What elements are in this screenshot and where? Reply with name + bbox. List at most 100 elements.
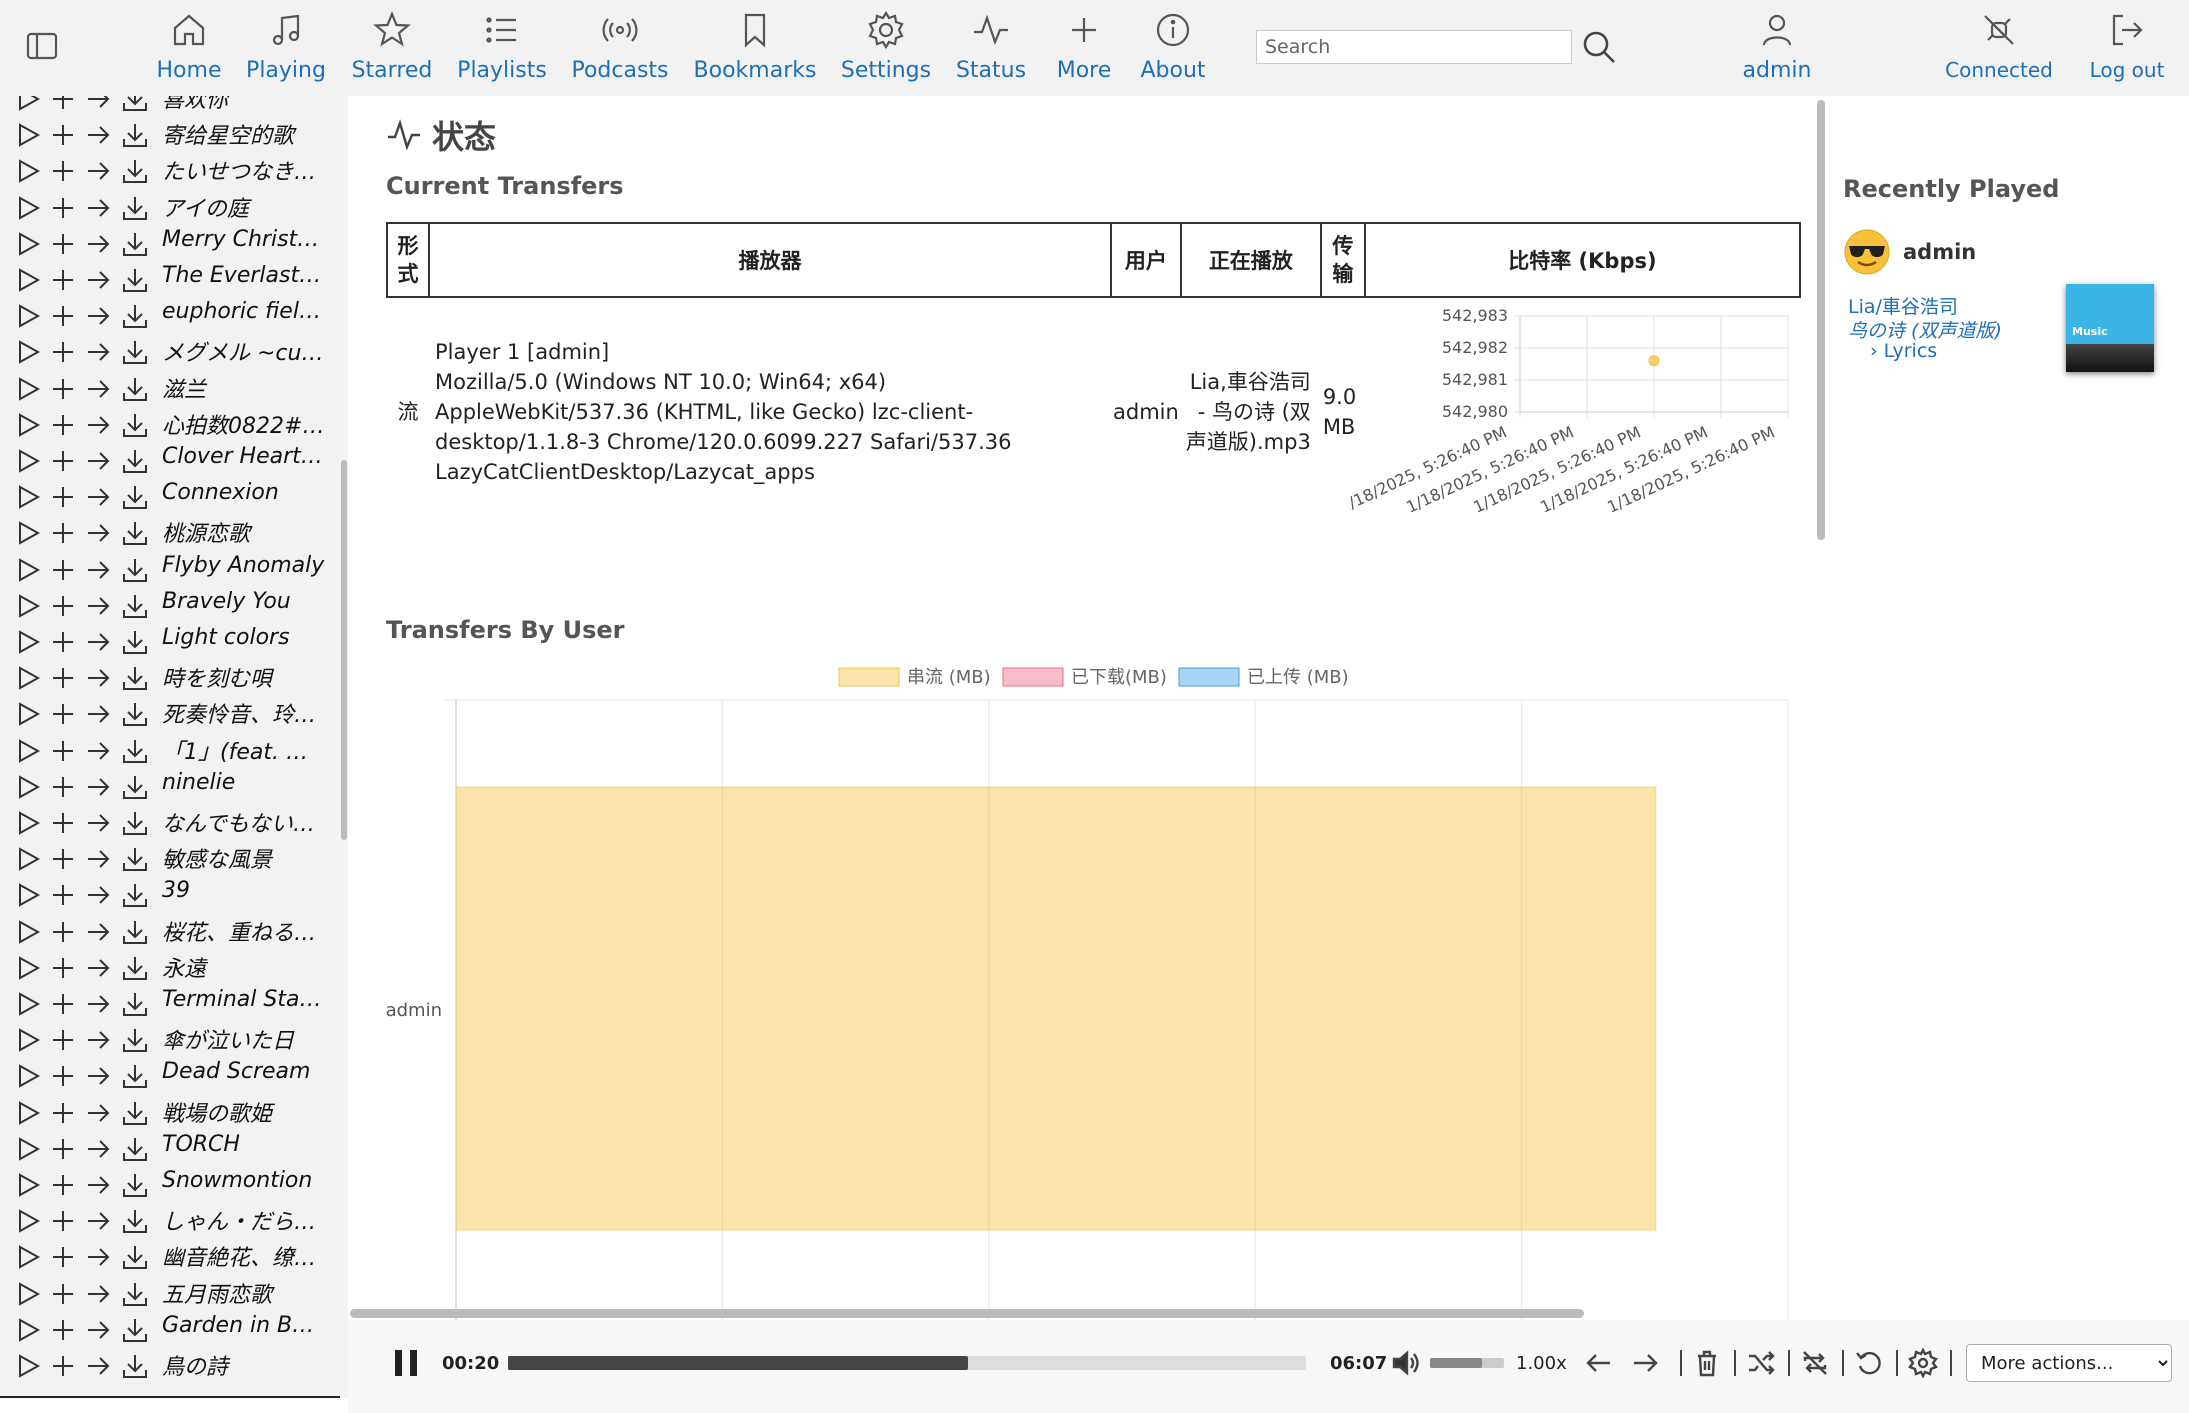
add-to-queue-button[interactable] bbox=[49, 881, 77, 909]
play-next-button[interactable] bbox=[84, 773, 112, 801]
add-to-queue-button[interactable] bbox=[49, 1099, 77, 1127]
download-button[interactable] bbox=[121, 447, 149, 475]
add-to-queue-button[interactable] bbox=[49, 773, 77, 801]
play-next-button[interactable] bbox=[84, 447, 112, 475]
download-button[interactable] bbox=[121, 990, 149, 1018]
play-song-button[interactable] bbox=[14, 121, 42, 149]
play-song-button[interactable] bbox=[14, 809, 42, 837]
next-track-button[interactable] bbox=[1630, 1348, 1660, 1378]
download-button[interactable] bbox=[121, 592, 149, 620]
download-button[interactable] bbox=[121, 845, 149, 873]
song-title[interactable]: 戦場の歌姫 bbox=[162, 1096, 326, 1128]
add-to-queue-button[interactable] bbox=[49, 230, 77, 258]
play-song-button[interactable] bbox=[14, 157, 42, 185]
download-button[interactable] bbox=[121, 1207, 149, 1235]
add-to-queue-button[interactable] bbox=[49, 809, 77, 837]
play-song-button[interactable] bbox=[14, 375, 42, 403]
song-title[interactable]: Snowmontion bbox=[162, 1168, 326, 1193]
col-now-playing-header[interactable]: 正在播放 bbox=[1179, 222, 1322, 298]
play-next-button[interactable] bbox=[84, 266, 112, 294]
download-button[interactable] bbox=[121, 1062, 149, 1090]
add-to-queue-button[interactable] bbox=[49, 1243, 77, 1271]
song-title[interactable]: 敏感な風景 bbox=[162, 842, 326, 874]
shuffle-button[interactable] bbox=[1746, 1348, 1776, 1378]
add-to-queue-button[interactable] bbox=[49, 338, 77, 366]
add-to-queue-button[interactable] bbox=[49, 1352, 77, 1380]
play-song-button[interactable] bbox=[14, 302, 42, 330]
download-button[interactable] bbox=[121, 809, 149, 837]
play-next-button[interactable] bbox=[84, 375, 112, 403]
song-title[interactable]: Light colors bbox=[162, 625, 326, 650]
download-button[interactable] bbox=[121, 375, 149, 403]
play-next-button[interactable] bbox=[84, 1171, 112, 1199]
play-next-button[interactable] bbox=[84, 845, 112, 873]
play-song-button[interactable] bbox=[14, 1280, 42, 1308]
song-title[interactable]: Bravely You bbox=[162, 589, 326, 614]
download-button[interactable] bbox=[121, 302, 149, 330]
play-song-button[interactable] bbox=[14, 592, 42, 620]
play-song-button[interactable] bbox=[14, 556, 42, 584]
song-title[interactable]: 心拍数0822#-… bbox=[162, 408, 326, 440]
download-button[interactable] bbox=[121, 556, 149, 584]
undo-button[interactable] bbox=[1854, 1348, 1884, 1378]
add-to-queue-button[interactable] bbox=[49, 628, 77, 656]
play-song-button[interactable] bbox=[14, 1062, 42, 1090]
play-next-button[interactable] bbox=[84, 1280, 112, 1308]
download-button[interactable] bbox=[121, 96, 149, 113]
logout-button[interactable]: Log out bbox=[2086, 6, 2168, 86]
play-song-button[interactable] bbox=[14, 230, 42, 258]
play-song-button[interactable] bbox=[14, 194, 42, 222]
download-button[interactable] bbox=[121, 1280, 149, 1308]
add-to-queue-button[interactable] bbox=[49, 954, 77, 982]
play-next-button[interactable] bbox=[84, 483, 112, 511]
add-to-queue-button[interactable] bbox=[49, 990, 77, 1018]
sidebar-scrollbar-thumb[interactable] bbox=[341, 460, 347, 840]
add-to-queue-button[interactable] bbox=[49, 519, 77, 547]
song-title[interactable]: Clover Heart'… bbox=[162, 444, 326, 469]
repeat-off-button[interactable] bbox=[1800, 1348, 1830, 1378]
add-to-queue-button[interactable] bbox=[49, 1062, 77, 1090]
play-next-button[interactable] bbox=[84, 121, 112, 149]
song-title[interactable]: 喜欢你 bbox=[162, 96, 326, 114]
add-to-queue-button[interactable] bbox=[49, 664, 77, 692]
clear-queue-button[interactable] bbox=[1692, 1348, 1722, 1378]
play-song-button[interactable] bbox=[14, 1135, 42, 1163]
play-song-button[interactable] bbox=[14, 990, 42, 1018]
play-next-button[interactable] bbox=[84, 519, 112, 547]
nav-bookmarks[interactable]: Bookmarks bbox=[692, 6, 818, 86]
play-song-button[interactable] bbox=[14, 845, 42, 873]
play-song-button[interactable] bbox=[14, 700, 42, 728]
song-title[interactable]: 39 bbox=[162, 878, 326, 903]
add-to-queue-button[interactable] bbox=[49, 1316, 77, 1344]
play-next-button[interactable] bbox=[84, 1099, 112, 1127]
song-title[interactable]: 寄给星空的歌 bbox=[162, 118, 326, 150]
song-title[interactable]: TORCH bbox=[162, 1132, 326, 1157]
play-song-button[interactable] bbox=[14, 1026, 42, 1054]
download-button[interactable] bbox=[121, 1171, 149, 1199]
nav-settings[interactable]: Settings bbox=[839, 6, 933, 86]
song-title[interactable]: Merry Christ… bbox=[162, 227, 326, 252]
play-next-button[interactable] bbox=[84, 990, 112, 1018]
play-next-button[interactable] bbox=[84, 1026, 112, 1054]
play-next-button[interactable] bbox=[84, 628, 112, 656]
col-transfer-header[interactable]: 传输 bbox=[1319, 222, 1366, 298]
download-button[interactable] bbox=[121, 338, 149, 366]
play-next-button[interactable] bbox=[84, 918, 112, 946]
nav-about[interactable]: About bbox=[1140, 6, 1206, 86]
song-title[interactable]: euphoric field… bbox=[162, 299, 326, 324]
play-next-button[interactable] bbox=[84, 1243, 112, 1271]
search-icon[interactable] bbox=[1580, 28, 1618, 66]
play-next-button[interactable] bbox=[84, 1062, 112, 1090]
download-button[interactable] bbox=[121, 954, 149, 982]
album-cover[interactable]: Music bbox=[2066, 284, 2154, 372]
download-button[interactable] bbox=[121, 519, 149, 547]
play-song-button[interactable] bbox=[14, 1243, 42, 1271]
add-to-queue-button[interactable] bbox=[49, 1171, 77, 1199]
song-title[interactable]: Flyby Anomaly bbox=[162, 553, 326, 578]
download-button[interactable] bbox=[121, 700, 149, 728]
song-title[interactable]: 桃源恋歌 bbox=[162, 516, 326, 548]
play-song-button[interactable] bbox=[14, 1207, 42, 1235]
song-title[interactable]: 滋兰 bbox=[162, 372, 326, 404]
play-next-button[interactable] bbox=[84, 411, 112, 439]
play-song-button[interactable] bbox=[14, 1352, 42, 1380]
